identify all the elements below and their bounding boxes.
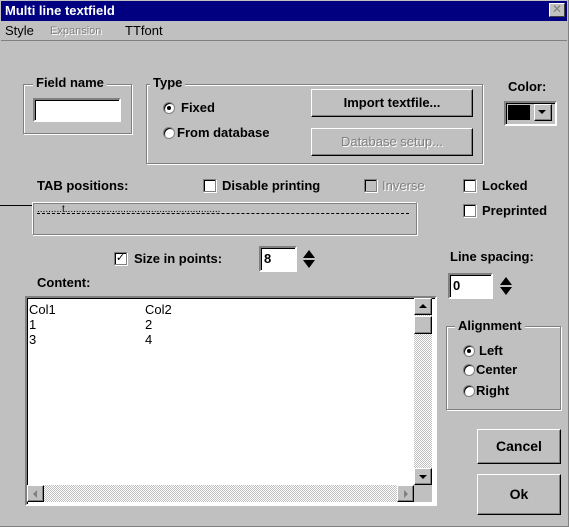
separator-line (0, 205, 32, 206)
alignment-label: Alignment (455, 319, 525, 333)
import-textfile-button[interactable]: Import textfile... (311, 89, 473, 117)
scroll-corner (414, 485, 432, 502)
content-text: Col1 Col2 12 34 (29, 302, 172, 347)
type-database-radio[interactable] (163, 127, 175, 139)
window-title: Multi line textfield (5, 3, 115, 18)
size-in-points-label: Size in points: (134, 251, 223, 266)
menu-ttfont[interactable]: TTfont (125, 21, 163, 41)
spinner-up-icon[interactable] (500, 277, 512, 285)
align-center-radio[interactable] (463, 364, 475, 376)
align-right-label: Right (476, 383, 510, 398)
scroll-right-button[interactable] (397, 485, 414, 502)
align-left-label: Left (479, 343, 503, 358)
horizontal-scrollbar[interactable] (27, 485, 414, 502)
locked-label: Locked (482, 178, 528, 193)
type-fixed-label: Fixed (181, 100, 215, 115)
chevron-down-icon (538, 110, 546, 114)
content-row: Col1 Col2 (29, 302, 172, 317)
tab-ruler[interactable]: .........t..............................… (32, 202, 417, 235)
inverse-label: Inverse (382, 178, 425, 193)
size-in-points-checkbox[interactable]: ✓ (114, 252, 127, 265)
line-spacing-label: Line spacing: (450, 249, 534, 264)
arrow-left-icon (33, 490, 37, 498)
ok-button[interactable]: Ok (477, 474, 561, 515)
size-input[interactable]: 8 (259, 246, 297, 272)
align-center-label: Center (476, 362, 518, 377)
type-fixed-radio[interactable] (163, 102, 175, 114)
inverse-checkbox[interactable] (364, 179, 377, 192)
line-spacing-spinner[interactable] (497, 273, 515, 299)
color-label: Color: (508, 79, 547, 94)
arrow-up-icon (419, 304, 427, 308)
scroll-down-button[interactable] (414, 468, 432, 485)
type-label: Type (150, 76, 186, 90)
content-textarea[interactable]: Col1 Col2 12 34 (25, 296, 437, 506)
dialog-window: Multi line textfield ✕ Style Expansion T… (0, 0, 569, 527)
field-name-label: Field name (33, 76, 107, 90)
arrow-right-icon (404, 490, 408, 498)
spinner-down-icon[interactable] (500, 287, 512, 295)
menu-bar: Style Expansion TTfont (1, 21, 567, 41)
color-picker[interactable] (504, 101, 557, 126)
color-dropdown-button[interactable] (534, 104, 552, 121)
spinner-up-icon[interactable] (303, 250, 315, 258)
disable-printing-checkbox[interactable] (203, 179, 216, 192)
tab-ruler-marks: .........t..............................… (37, 204, 221, 215)
content-row: 12 (29, 317, 153, 332)
disable-printing-label: Disable printing (222, 178, 321, 193)
scroll-thumb[interactable] (414, 316, 432, 334)
menu-expansion[interactable]: Expansion (50, 21, 101, 41)
title-bar: Multi line textfield ✕ (1, 1, 567, 21)
vertical-scrollbar[interactable] (414, 298, 432, 485)
align-left-radio[interactable] (463, 345, 475, 357)
align-right-radio[interactable] (463, 385, 475, 397)
database-setup-button[interactable]: Database setup... (311, 128, 473, 156)
size-spinner[interactable] (300, 246, 318, 272)
content-row: 34 (29, 332, 153, 347)
tab-positions-label: TAB positions: (37, 178, 129, 193)
line-spacing-input[interactable]: 0 (448, 273, 493, 299)
locked-checkbox[interactable] (463, 179, 476, 192)
field-name-input[interactable] (33, 98, 121, 122)
close-button[interactable]: ✕ (549, 3, 565, 17)
spinner-down-icon[interactable] (303, 260, 315, 268)
cancel-button[interactable]: Cancel (477, 429, 561, 464)
color-swatch (508, 105, 530, 120)
preprinted-label: Preprinted (482, 203, 548, 218)
scroll-up-button[interactable] (414, 298, 432, 315)
type-database-label: From database (177, 125, 270, 140)
arrow-down-icon (419, 475, 427, 479)
scroll-left-button[interactable] (27, 485, 44, 502)
preprinted-checkbox[interactable] (463, 204, 476, 217)
menu-style[interactable]: Style (5, 21, 34, 41)
content-label: Content: (37, 275, 91, 290)
